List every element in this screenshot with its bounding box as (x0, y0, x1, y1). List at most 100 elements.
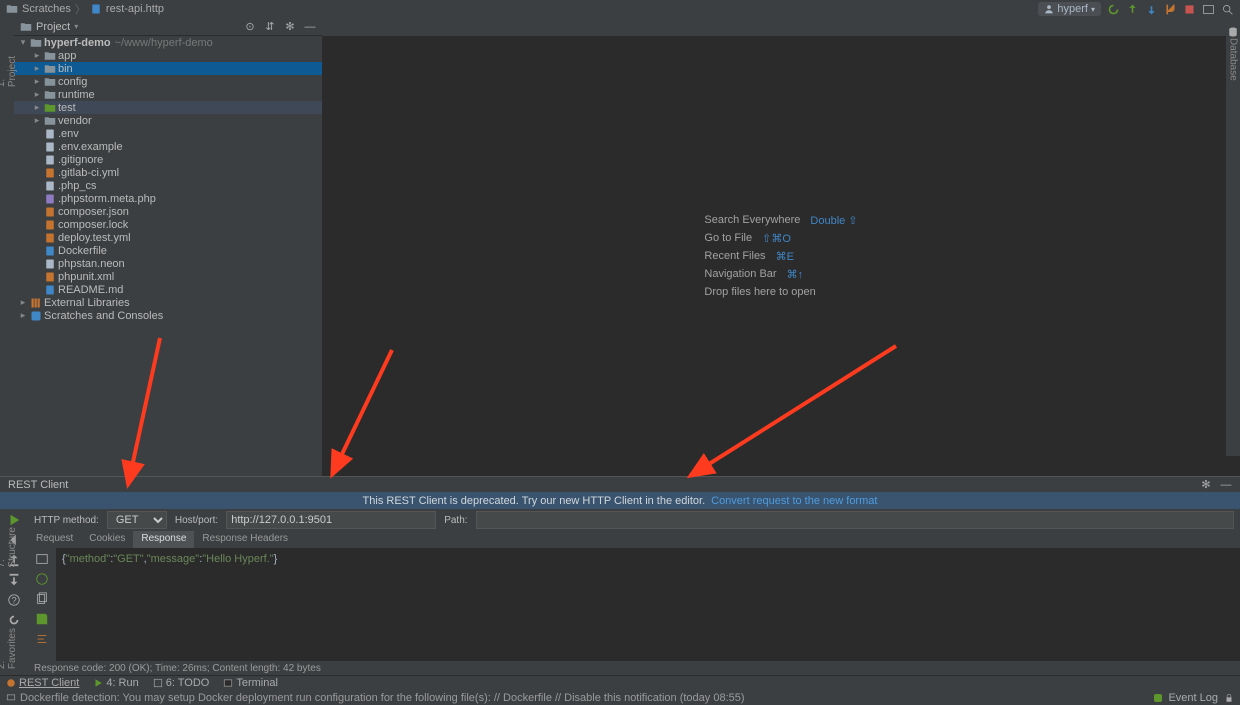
tree-file[interactable]: .phpstorm.meta.php (14, 192, 322, 205)
http-method-select[interactable]: GET (107, 511, 167, 529)
replay-icon[interactable] (7, 613, 21, 627)
arrow-right-icon[interactable]: ▸ (18, 310, 28, 321)
search-everywhere-shortcut: Double ⇧ (810, 214, 857, 227)
scratches-folder-icon (6, 3, 18, 15)
tree-dir[interactable]: ▸bin (14, 62, 322, 75)
strip-project[interactable]: 1: Project (0, 56, 18, 87)
arrow-right-icon[interactable]: ▸ (32, 63, 42, 74)
tree-ext-libs[interactable]: ▸External Libraries (14, 296, 322, 309)
recent-files-label: Recent Files (704, 250, 765, 263)
tree-file[interactable]: phpunit.xml (14, 270, 322, 283)
save-icon[interactable] (35, 612, 49, 626)
update-icon[interactable] (1145, 3, 1158, 16)
bottom-rest-client[interactable]: REST Client (6, 677, 79, 689)
arrow-right-icon[interactable]: ▸ (32, 102, 42, 113)
goto-file-label: Go to File (704, 232, 752, 245)
layout-icon[interactable] (1202, 3, 1215, 16)
tab-response-headers[interactable]: Response Headers (194, 531, 296, 548)
hide-icon[interactable]: — (1220, 479, 1232, 491)
breadcrumb-file[interactable]: rest-api.http (106, 3, 164, 15)
project-tool-header: Project ▾ ⊙ ⇵ ✻ — (14, 18, 322, 36)
deprecation-text: This REST Client is deprecated. Try our … (363, 495, 706, 507)
nav-bar-shortcut: ⌘↑ (787, 268, 804, 281)
tree-file[interactable]: .env (14, 127, 322, 140)
arrow-down-icon[interactable]: ▾ (18, 37, 28, 48)
stop-icon[interactable] (1183, 3, 1196, 16)
strip-favorites[interactable]: 2: Favorites (0, 628, 18, 669)
commit-icon[interactable] (1126, 3, 1139, 16)
root-path: ~/www/hyperf-demo (115, 37, 213, 49)
gear-icon[interactable]: ✻ (284, 21, 296, 33)
bottom-terminal[interactable]: Terminal (223, 677, 278, 689)
chevron-down-icon: ▾ (1091, 5, 1095, 14)
nav-bar-label: Navigation Bar (704, 268, 776, 281)
user-name: hyperf (1057, 3, 1088, 15)
docker-file-icon (44, 245, 56, 257)
run-icon[interactable] (7, 513, 21, 527)
tree-file[interactable]: Dockerfile (14, 244, 322, 257)
file-icon (44, 180, 56, 192)
bottom-todo[interactable]: 6: TODO (153, 677, 210, 689)
tab-response[interactable]: Response (133, 531, 194, 548)
bottom-run[interactable]: 4: Run (93, 677, 138, 689)
tree-dir[interactable]: ▸app (14, 49, 322, 62)
tree-scratches[interactable]: ▸Scratches and Consoles (14, 309, 322, 322)
folder-icon (44, 76, 56, 88)
http-file-icon (90, 3, 102, 15)
hide-icon[interactable]: — (304, 21, 316, 33)
database-icon[interactable] (1227, 26, 1239, 38)
strip-structure[interactable]: 7: Structure (0, 527, 18, 568)
response-body[interactable]: {"method":"GET","message":"Hello Hyperf.… (56, 548, 1240, 661)
search-icon[interactable] (1221, 3, 1234, 16)
arrow-right-icon[interactable]: ▸ (32, 115, 42, 126)
host-port-input[interactable] (226, 511, 436, 529)
rest-client-header: REST Client ✻ — (0, 476, 1240, 492)
breadcrumb-root[interactable]: Scratches (22, 3, 71, 15)
tab-request[interactable]: Request (28, 531, 81, 548)
tree-file[interactable]: phpstan.neon (14, 257, 322, 270)
browser-icon[interactable] (35, 572, 49, 586)
project-tool-label[interactable]: Project (36, 21, 70, 33)
tree-file[interactable]: README.md (14, 283, 322, 296)
sync-icon[interactable] (1107, 3, 1120, 16)
tree-file[interactable]: composer.lock (14, 218, 322, 231)
tree-file[interactable]: composer.json (14, 205, 322, 218)
gear-icon[interactable]: ✻ (1200, 479, 1212, 491)
php-file-icon (44, 193, 56, 205)
rest-request-form: HTTP method: GET Host/port: Path: (28, 509, 1240, 531)
response-status: Response code: 200 (OK); Time: 26ms; Con… (28, 661, 1240, 675)
collapse-icon[interactable]: ⇵ (264, 21, 276, 33)
tree-dir[interactable]: ▸runtime (14, 88, 322, 101)
arrow-right-icon[interactable]: ▸ (32, 76, 42, 87)
help-icon[interactable]: ? (7, 593, 21, 607)
chevron-down-icon[interactable]: ▾ (74, 22, 78, 31)
strip-database[interactable]: Database (1228, 38, 1239, 81)
tree-root[interactable]: ▾ hyperf-demo ~/www/hyperf-demo (14, 36, 322, 49)
drop-files-label: Drop files here to open (704, 286, 815, 298)
tree-file[interactable]: .gitlab-ci.yml (14, 166, 322, 179)
user-badge[interactable]: hyperf ▾ (1038, 2, 1101, 16)
tree-file[interactable]: .gitignore (14, 153, 322, 166)
arrow-right-icon[interactable]: ▸ (32, 89, 42, 100)
branch-icon[interactable] (1164, 3, 1177, 16)
tree-dir[interactable]: ▸config (14, 75, 322, 88)
convert-request-link[interactable]: Convert request to the new format (711, 495, 877, 507)
project-tree[interactable]: ▾ hyperf-demo ~/www/hyperf-demo ▸app ▸bi… (14, 36, 322, 476)
arrow-right-icon[interactable]: ▸ (32, 50, 42, 61)
tab-cookies[interactable]: Cookies (81, 531, 133, 548)
view-icon[interactable] (35, 552, 49, 566)
format-icon[interactable] (35, 632, 49, 646)
tree-file[interactable]: .php_cs (14, 179, 322, 192)
tree-dir[interactable]: ▸vendor (14, 114, 322, 127)
folder-icon (44, 63, 56, 75)
arrow-right-icon[interactable]: ▸ (18, 297, 28, 308)
tree-file[interactable]: deploy.test.yml (14, 231, 322, 244)
import-icon[interactable] (7, 573, 21, 587)
copy-icon[interactable] (35, 592, 49, 606)
tree-file[interactable]: .env.example (14, 140, 322, 153)
scratches-icon (30, 310, 42, 322)
tree-dir[interactable]: ▸test (14, 101, 322, 114)
target-icon[interactable]: ⊙ (244, 21, 256, 33)
path-input[interactable] (476, 511, 1234, 529)
folder-icon (44, 115, 56, 127)
